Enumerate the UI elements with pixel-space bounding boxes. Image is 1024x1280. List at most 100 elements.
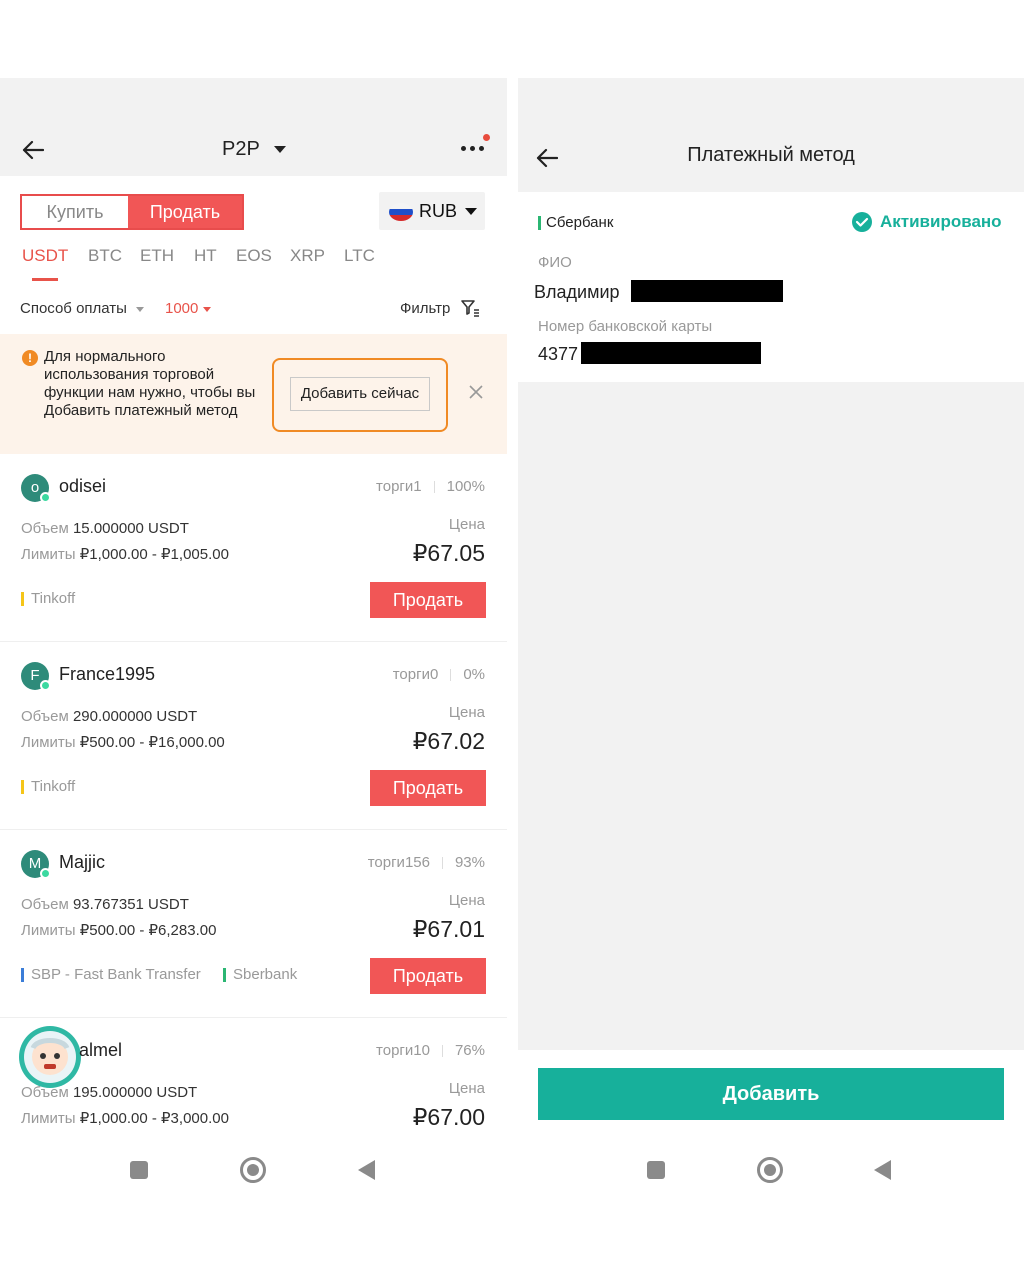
- nav-back-icon[interactable]: [358, 1160, 375, 1180]
- android-nav-bar: [518, 1138, 1024, 1200]
- online-indicator: [40, 868, 51, 879]
- buy-sell-toggle: Купить Продать: [20, 194, 244, 230]
- sell-button[interactable]: Продать: [370, 958, 486, 994]
- more-icon[interactable]: [461, 146, 487, 154]
- caret-down-icon[interactable]: [274, 146, 286, 153]
- payment-method-tag: Tinkoff: [21, 590, 75, 607]
- price-label: Цена: [448, 516, 485, 533]
- status-text: Активировано: [880, 212, 1002, 231]
- cartoon-avatar-icon: [24, 1031, 76, 1083]
- payment-method-tag: Sberbank: [223, 966, 297, 983]
- warning-icon: !: [22, 350, 38, 366]
- payment-method-tag: SBP - Fast Bank Transfer: [21, 966, 201, 983]
- limits: Лимиты ₽1,000.00 - ₽3,000.00: [21, 1110, 229, 1127]
- fio-value: Владимир: [534, 282, 620, 302]
- merchant-name[interactable]: almel: [79, 1040, 122, 1061]
- amount-filter[interactable]: 1000: [165, 300, 198, 317]
- android-nav-bar: [0, 1138, 507, 1200]
- card-number-value: 4377: [538, 344, 579, 364]
- nav-home-icon[interactable]: [240, 1157, 266, 1183]
- payment-method-filter[interactable]: Способ оплаты: [20, 300, 127, 317]
- merchant-stats: торги1 100%: [376, 478, 485, 495]
- bank-name: Сбербанк: [538, 214, 613, 231]
- empty-area: [518, 382, 1024, 1050]
- trade-count: торги10: [376, 1042, 430, 1059]
- merchant-stats: торги0 0%: [393, 666, 485, 683]
- p2p-header: P2P: [0, 126, 507, 176]
- nav-back-icon[interactable]: [874, 1160, 891, 1180]
- redaction-bar: [581, 342, 761, 364]
- nav-recents-icon[interactable]: [130, 1161, 148, 1179]
- fio-label: ФИО: [538, 254, 572, 271]
- volume: Объем 290.000000 USDT: [21, 708, 198, 725]
- status-bar: [0, 78, 507, 126]
- currency-selector[interactable]: RUB: [379, 192, 485, 230]
- notification-dot: [483, 134, 490, 141]
- page-title[interactable]: P2P: [222, 138, 260, 161]
- limits: Лимиты ₽500.00 - ₽6,283.00: [21, 922, 217, 939]
- close-icon[interactable]: [468, 384, 484, 400]
- price: ₽67.00: [412, 1104, 485, 1130]
- card-number-label: Номер банковской карты: [538, 318, 713, 335]
- merchant-name[interactable]: France1995: [59, 664, 155, 685]
- offer-card: o odisei торги1 100% Объем 15.000000 USDT…: [0, 454, 507, 642]
- online-indicator: [40, 492, 51, 503]
- check-circle-icon: [852, 212, 872, 232]
- tab-eth[interactable]: ETH: [140, 246, 174, 266]
- tab-ltc[interactable]: LTC: [344, 246, 375, 266]
- payment-method-screen: Платежный метод Сбербанк Активировано ФИ…: [518, 78, 1024, 1200]
- merchant-name[interactable]: odisei: [59, 476, 106, 497]
- sell-button[interactable]: Продать: [370, 770, 486, 806]
- caret-down-icon: [203, 307, 211, 312]
- sell-tab[interactable]: Продать: [128, 196, 242, 228]
- currency-label: RUB: [419, 201, 458, 221]
- nav-recents-icon[interactable]: [647, 1161, 665, 1179]
- merchant-name[interactable]: Majjic: [59, 852, 105, 873]
- limits: Лимиты ₽1,000.00 - ₽1,005.00: [21, 546, 229, 563]
- page-title: Платежный метод: [687, 144, 855, 166]
- completion-rate: 0%: [463, 666, 485, 683]
- limits: Лимиты ₽500.00 - ₽16,000.00: [21, 734, 225, 751]
- offer-card: F France1995 торги0 0% Объем 290.000000 U…: [0, 642, 507, 830]
- tab-xrp[interactable]: XRP: [290, 246, 325, 266]
- merchant-stats: торги156 93%: [368, 854, 485, 871]
- price-label: Цена: [448, 1080, 485, 1097]
- avatar[interactable]: [19, 1026, 81, 1088]
- status-badge: Активировано: [852, 212, 1012, 236]
- price: ₽67.02: [412, 728, 485, 754]
- tab-btc[interactable]: BTC: [88, 246, 122, 266]
- offer-card: M Majjic торги156 93% Объем 93.767351 USD…: [0, 830, 507, 1018]
- caret-down-icon: [465, 208, 477, 215]
- russia-flag-icon: [389, 203, 413, 221]
- online-indicator: [40, 680, 51, 691]
- trade-count: торги1: [376, 478, 422, 495]
- completion-rate: 93%: [454, 854, 485, 871]
- caret-down-icon: [136, 307, 144, 312]
- volume: Объем 93.767351 USDT: [21, 896, 189, 913]
- tab-usdt[interactable]: USDT: [22, 246, 68, 266]
- redaction-bar: [631, 280, 783, 302]
- buy-tab[interactable]: Купить: [22, 196, 128, 228]
- trade-count: торги156: [367, 854, 430, 871]
- filter-icon[interactable]: [460, 298, 480, 318]
- filter-button[interactable]: Фильтр: [400, 300, 450, 317]
- p2p-screen: P2P Купить Продать RUB USDT BTC ETH HT E…: [0, 78, 507, 1200]
- tab-ht[interactable]: HT: [194, 246, 217, 266]
- price-label: Цена: [448, 704, 485, 721]
- active-tab-indicator: [32, 278, 58, 281]
- price-label: Цена: [448, 892, 485, 909]
- volume: Объем 195.000000 USDT: [21, 1084, 198, 1101]
- sell-button[interactable]: Продать: [370, 582, 486, 618]
- tab-eos[interactable]: EOS: [236, 246, 272, 266]
- payment-method-card: Сбербанк Активировано ФИО Владимир Номер…: [518, 192, 1024, 382]
- trade-count: торги0: [392, 666, 439, 683]
- nav-home-icon[interactable]: [757, 1157, 783, 1183]
- add-now-button[interactable]: Добавить сейчас: [290, 377, 430, 411]
- payment-method-tag: Tinkoff: [21, 778, 75, 795]
- notice-banner: ! Для нормального использования торговой…: [0, 334, 507, 454]
- add-button[interactable]: Добавить: [538, 1068, 1004, 1120]
- back-arrow-icon[interactable]: [22, 140, 48, 162]
- merchant-stats: торги10 76%: [376, 1042, 485, 1059]
- add-now-highlight: Добавить сейчас: [272, 358, 448, 432]
- completion-rate: 76%: [454, 1042, 485, 1059]
